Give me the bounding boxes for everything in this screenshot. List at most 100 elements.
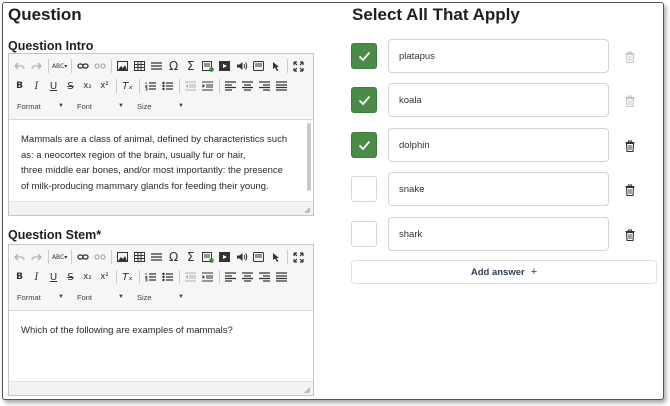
remove-format-button[interactable]: Tₓ xyxy=(121,269,134,285)
resize-handle-icon[interactable] xyxy=(304,207,311,214)
trash-icon[interactable] xyxy=(625,50,635,64)
audio-icon[interactable] xyxy=(235,249,248,265)
superscript-button[interactable]: x² xyxy=(98,269,111,285)
special-character-icon[interactable]: Ω xyxy=(167,58,180,74)
toolbar-divider xyxy=(219,79,220,93)
table-icon[interactable] xyxy=(133,58,146,74)
align-left-icon[interactable] xyxy=(224,78,237,94)
bold-button[interactable]: B xyxy=(13,78,26,94)
undo-icon[interactable] xyxy=(13,249,26,265)
sigma-icon[interactable]: Σ xyxy=(184,249,197,265)
indent-icon[interactable] xyxy=(201,269,214,285)
embed-icon[interactable] xyxy=(252,58,265,74)
answer-checkbox[interactable] xyxy=(351,87,377,113)
strikethrough-button[interactable]: S xyxy=(64,269,77,285)
insert-template-icon[interactable] xyxy=(201,249,214,265)
embed-icon[interactable] xyxy=(252,249,265,265)
unlink-icon[interactable] xyxy=(93,58,106,74)
align-justify-icon[interactable] xyxy=(275,269,288,285)
answer-row: koala xyxy=(351,83,609,117)
font-dropdown[interactable]: Font ▼ xyxy=(73,290,127,304)
question-stem-editor: ABC ▾ Ω Σ B I U S x₂ x² Tₓ Format ▼ Font… xyxy=(8,244,314,396)
format-dropdown[interactable]: Format ▼ xyxy=(13,290,67,304)
maximize-icon[interactable] xyxy=(292,58,305,74)
answer-text-input[interactable]: snake xyxy=(388,172,609,206)
link-icon[interactable] xyxy=(76,58,89,74)
subscript-button[interactable]: x₂ xyxy=(81,269,94,285)
outdent-icon[interactable] xyxy=(184,78,197,94)
superscript-button[interactable]: x² xyxy=(98,78,111,94)
chevron-down-icon: ▼ xyxy=(58,294,64,300)
image-icon[interactable] xyxy=(116,58,129,74)
remove-format-button[interactable]: Tₓ xyxy=(121,78,134,94)
video-icon[interactable] xyxy=(218,249,231,265)
hotspot-icon[interactable] xyxy=(269,249,282,265)
spellcheck-icon[interactable]: ABC ▾ xyxy=(52,58,67,74)
toolbar-divider xyxy=(287,250,288,264)
trash-icon[interactable] xyxy=(625,139,635,153)
horizontal-line-icon[interactable] xyxy=(150,58,163,74)
align-right-icon[interactable] xyxy=(258,78,271,94)
subscript-button[interactable]: x₂ xyxy=(81,78,94,94)
align-center-icon[interactable] xyxy=(241,269,254,285)
video-icon[interactable] xyxy=(218,58,231,74)
align-justify-icon[interactable] xyxy=(275,78,288,94)
editor-statusbar xyxy=(9,201,313,215)
bulleted-list-icon[interactable] xyxy=(161,269,174,285)
horizontal-line-icon[interactable] xyxy=(150,249,163,265)
toolbar-divider xyxy=(116,270,117,284)
plus-icon: + xyxy=(530,266,538,278)
font-dropdown[interactable]: Font ▼ xyxy=(73,99,127,113)
italic-button[interactable]: I xyxy=(30,78,43,94)
link-icon[interactable] xyxy=(76,249,89,265)
answer-text-input[interactable]: koala xyxy=(388,83,609,117)
bold-button[interactable]: B xyxy=(13,269,26,285)
answer-text-input[interactable]: platapus xyxy=(388,39,609,73)
size-dropdown[interactable]: Size ▼ xyxy=(133,99,187,113)
redo-icon[interactable] xyxy=(30,249,43,265)
question-stem-content[interactable]: Which of the following are examples of m… xyxy=(9,311,313,381)
chevron-down-icon: ▼ xyxy=(178,103,184,109)
answer-checkbox[interactable] xyxy=(351,43,377,69)
toolbar-divider xyxy=(111,250,113,264)
align-left-icon[interactable] xyxy=(224,269,237,285)
audio-icon[interactable] xyxy=(235,58,248,74)
format-dropdown[interactable]: Format ▼ xyxy=(13,99,67,113)
add-answer-label: Add answer xyxy=(470,266,525,278)
outdent-icon[interactable] xyxy=(184,269,197,285)
unlink-icon[interactable] xyxy=(93,249,106,265)
answer-text-input[interactable]: dolphin xyxy=(388,128,609,162)
scrollbar[interactable] xyxy=(307,123,311,191)
image-icon[interactable] xyxy=(116,249,129,265)
trash-icon[interactable] xyxy=(625,183,635,197)
special-character-icon[interactable]: Ω xyxy=(167,249,180,265)
italic-button[interactable]: I xyxy=(30,269,43,285)
resize-handle-icon[interactable] xyxy=(304,387,311,394)
underline-button[interactable]: U xyxy=(47,269,60,285)
sigma-icon[interactable]: Σ xyxy=(184,58,197,74)
answer-text-input[interactable]: shark xyxy=(388,217,609,251)
bulleted-list-icon[interactable] xyxy=(161,78,174,94)
undo-icon[interactable] xyxy=(13,58,26,74)
align-center-icon[interactable] xyxy=(241,78,254,94)
question-intro-content[interactable]: Mammals are a class of animal, defined b… xyxy=(9,120,313,201)
insert-template-icon[interactable] xyxy=(201,58,214,74)
numbered-list-icon[interactable] xyxy=(144,269,157,285)
hotspot-icon[interactable] xyxy=(269,58,282,74)
answer-checkbox[interactable] xyxy=(351,132,377,158)
trash-icon[interactable] xyxy=(625,228,635,242)
answer-checkbox[interactable] xyxy=(351,221,377,247)
table-icon[interactable] xyxy=(133,249,146,265)
answer-checkbox[interactable] xyxy=(351,176,377,202)
indent-icon[interactable] xyxy=(201,78,214,94)
trash-icon[interactable] xyxy=(625,94,635,108)
strikethrough-button[interactable]: S xyxy=(64,78,77,94)
underline-button[interactable]: U xyxy=(47,78,60,94)
maximize-icon[interactable] xyxy=(292,249,305,265)
redo-icon[interactable] xyxy=(30,58,43,74)
align-right-icon[interactable] xyxy=(258,269,271,285)
add-answer-button[interactable]: Add answer + xyxy=(351,260,657,284)
numbered-list-icon[interactable] xyxy=(144,78,157,94)
size-dropdown[interactable]: Size ▼ xyxy=(133,290,187,304)
spellcheck-icon[interactable]: ABC ▾ xyxy=(52,249,67,265)
